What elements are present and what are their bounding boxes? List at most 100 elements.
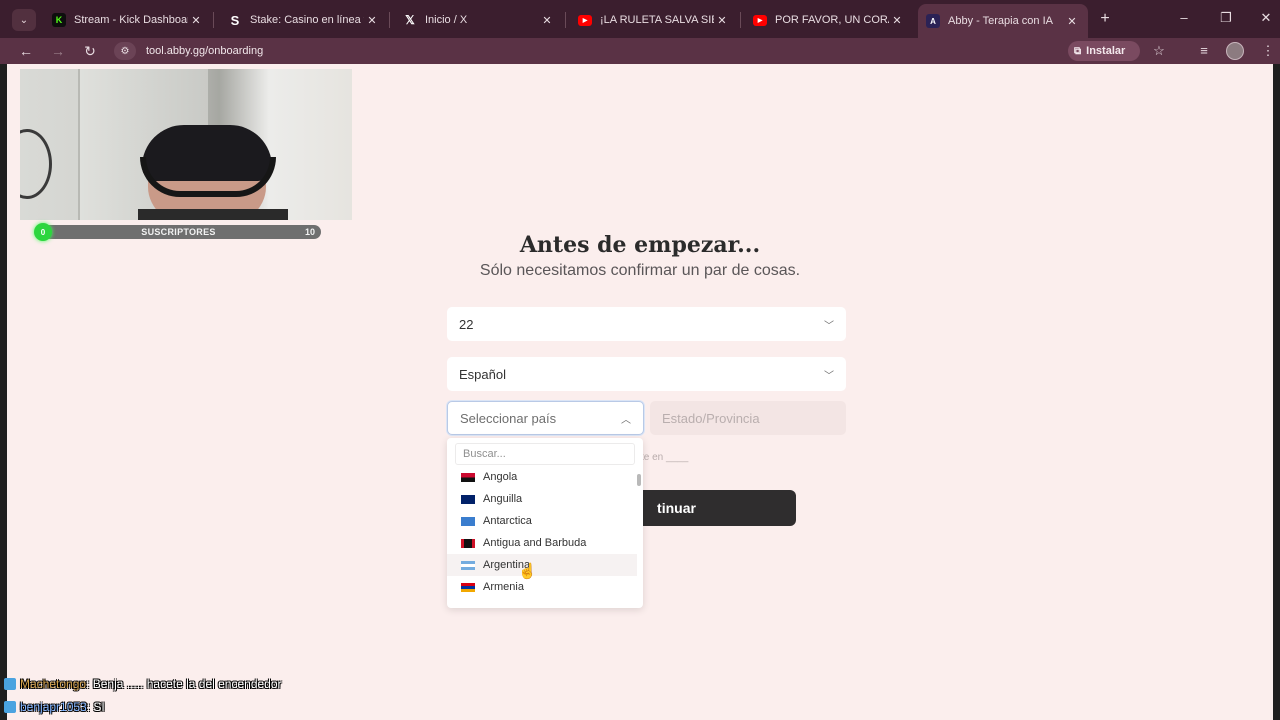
close-tab-icon[interactable]: ✕ (539, 14, 555, 27)
close-tab-icon[interactable]: ✕ (188, 14, 204, 27)
country-placeholder: Seleccionar país (460, 410, 557, 426)
window-close-icon[interactable]: ✕ (1256, 10, 1276, 26)
x-icon: 𝕏 (405, 13, 415, 27)
country-option-anguilla[interactable]: Anguilla (447, 488, 637, 510)
language-value: Español (459, 366, 506, 382)
site-info-icon[interactable]: ⚙ (114, 42, 136, 60)
country-dropdown: Buscar... Angola Anguilla Antarctica Ant… (447, 438, 643, 608)
residence-hint-text: te en ____ (641, 452, 689, 463)
tab-separator (213, 12, 214, 28)
age-select[interactable]: 22 ﹀ (447, 307, 846, 341)
tab-title: Inicio / X (425, 14, 468, 26)
search-placeholder: Buscar... (463, 448, 506, 460)
age-value: 22 (459, 316, 474, 332)
chat-text: : Benja ..... hacete la del encendedor (86, 677, 282, 691)
tab-title: ¡LA RULETA SALVA SIEM (600, 14, 714, 26)
bookmark-star-icon[interactable]: ☆ (1149, 41, 1169, 61)
continue-label: tinuar (657, 500, 696, 516)
country-select[interactable]: Seleccionar país ︿ (447, 401, 644, 435)
close-tab-icon[interactable]: ✕ (714, 14, 730, 27)
minimize-icon[interactable]: – (1174, 10, 1194, 25)
chevron-down-icon: ﹀ (824, 370, 834, 382)
anguilla-flag-icon (461, 494, 475, 504)
hand-pointer-cursor-icon: ☝ (518, 563, 537, 580)
tab-abby[interactable]: A Abby - Terapia con IA ✕ (918, 4, 1088, 38)
page-subtitle: Sólo necesitamos confirmar un par de cos… (479, 262, 801, 279)
install-label: Instalar (1086, 45, 1126, 57)
country-name: Anguilla (483, 493, 523, 505)
antarctica-flag-icon (461, 516, 475, 526)
language-select[interactable]: Español ﹀ (447, 357, 846, 391)
country-option-antigua[interactable]: Antigua and Barbuda (447, 532, 637, 554)
tab-x[interactable]: 𝕏 Inicio / X ✕ (395, 6, 563, 34)
chat-message: Machetongo : Benja ..... hacete la del e… (4, 677, 282, 691)
country-option-armenia[interactable]: Armenia (447, 576, 637, 598)
country-option-argentina[interactable]: Argentina (447, 554, 637, 576)
country-option-antarctica[interactable]: Antarctica (447, 510, 637, 532)
chat-username: Machetongo (20, 677, 87, 691)
tab-kick[interactable]: K Stream - Kick Dashboard ✕ (44, 6, 212, 34)
armenia-flag-icon (461, 582, 475, 592)
browser-toolbar: ← → ↻ ⚙ tool.abby.gg/onboarding ⧉ Instal… (0, 38, 1280, 64)
reload-icon[interactable]: ↻ (80, 41, 100, 61)
tab-title: Abby - Terapia con IA (948, 15, 1053, 27)
stream-border (0, 64, 7, 720)
webcam-feed (20, 69, 352, 220)
tab-title: Stream - Kick Dashboard (74, 14, 188, 26)
install-app-button[interactable]: ⧉ Instalar (1068, 41, 1140, 61)
onboarding-page: 0 SUSCRIPTORES 10 Antes de empezar... Só… (7, 64, 1273, 720)
abby-icon: A (926, 14, 940, 28)
tab-title: Stake: Casino en línea y (250, 14, 364, 26)
country-name: Antarctica (483, 515, 532, 527)
install-icon: ⧉ (1074, 45, 1082, 57)
media-controls-icon[interactable]: ≡ (1194, 41, 1214, 61)
country-name: Armenia (483, 581, 524, 593)
address-bar[interactable]: ⚙ tool.abby.gg/onboarding (114, 40, 1054, 62)
close-tab-icon[interactable]: ✕ (1064, 15, 1080, 28)
country-name: Antigua and Barbuda (483, 537, 587, 549)
stake-icon: S (230, 12, 240, 28)
chat-text: : SI (86, 700, 105, 714)
tab-youtube-corazon[interactable]: ▶ POR FAVOR, UN CORAZ ✕ (745, 6, 913, 34)
argentina-flag-icon (461, 560, 475, 570)
tab-separator (389, 12, 390, 28)
kick-badge-icon (4, 701, 16, 713)
page-title: Antes de empezar... (519, 232, 761, 258)
chat-username: benjapr1053 (20, 700, 87, 714)
chevron-down-icon: ﹀ (824, 320, 834, 332)
profile-avatar[interactable] (1226, 42, 1244, 60)
country-name: Angola (483, 471, 518, 483)
kick-icon: K (52, 13, 66, 27)
stream-border (1273, 64, 1280, 720)
country-list: Angola Anguilla Antarctica Antigua and B… (447, 466, 643, 598)
tab-title: POR FAVOR, UN CORAZ (775, 14, 889, 26)
close-tab-icon[interactable]: ✕ (364, 14, 380, 27)
country-option-angola[interactable]: Angola (447, 466, 637, 488)
tab-separator (565, 12, 566, 28)
url-text[interactable]: tool.abby.gg/onboarding (146, 45, 263, 57)
chevron-up-icon: ︿ (621, 414, 631, 426)
kick-badge-icon (4, 678, 16, 690)
tab-search-chevron-icon[interactable]: ⌄ (12, 9, 36, 31)
country-search-input[interactable]: Buscar... (455, 443, 635, 465)
state-placeholder: Estado/Provincia (662, 410, 760, 426)
youtube-icon: ▶ (753, 14, 767, 26)
webcam-fan (20, 129, 52, 199)
webcam-headset (140, 157, 276, 197)
tab-separator (740, 12, 741, 28)
antigua-flag-icon (461, 538, 475, 548)
tab-stake[interactable]: S Stake: Casino en línea y ✕ (220, 6, 388, 34)
menu-kebab-icon[interactable]: ⋮ (1258, 41, 1278, 61)
back-arrow-icon[interactable]: ← (16, 41, 36, 61)
forward-arrow-icon[interactable]: → (48, 41, 68, 61)
new-tab-icon[interactable]: + (1096, 10, 1114, 28)
restore-icon[interactable]: ❐ (1216, 10, 1236, 26)
browser-tabstrip: ⌄ K Stream - Kick Dashboard ✕ S Stake: C… (0, 0, 1280, 38)
angola-flag-icon (461, 472, 475, 482)
webcam-person-shirt (138, 209, 288, 220)
youtube-icon: ▶ (578, 14, 592, 26)
tab-youtube-ruleta[interactable]: ▶ ¡LA RULETA SALVA SIEM ✕ (570, 6, 738, 34)
chat-message: benjapr1053 : SI (4, 700, 105, 714)
state-province-input[interactable]: Estado/Provincia (650, 401, 846, 435)
close-tab-icon[interactable]: ✕ (889, 14, 905, 27)
